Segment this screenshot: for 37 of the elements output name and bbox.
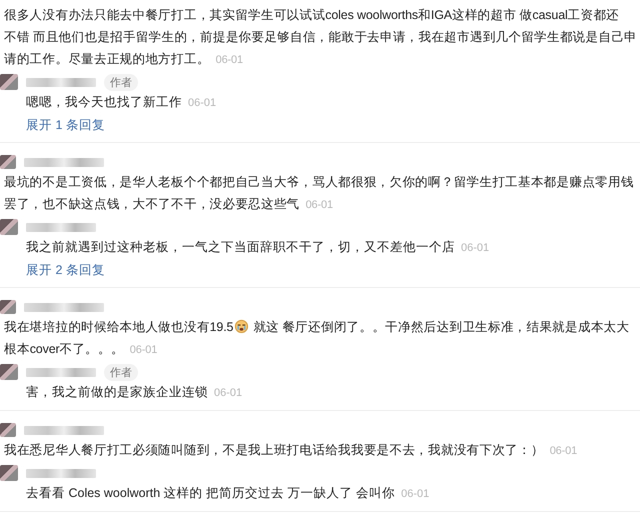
crying-face-icon — [234, 318, 250, 333]
avatar-icon[interactable] — [0, 465, 18, 481]
expand-replies-link[interactable]: 展开 2 条回复 — [26, 259, 105, 281]
reply-date: 06-01 — [461, 242, 490, 254]
blurred-username — [26, 368, 96, 376]
avatar-icon[interactable] — [0, 364, 18, 380]
comment-text: 罢了，也不缺这点钱，大不了不干，没必要忍这些气 — [4, 197, 300, 211]
comment-date: 06-01 — [306, 199, 333, 211]
avatar-icon[interactable] — [0, 300, 16, 314]
comment-date: 06-01 — [130, 344, 158, 356]
comment-text: 我在悉尼华人餐厅打工必须随叫随到，不是我上班打电话给我我要是不去，我就没有下次了：） — [4, 443, 544, 457]
reply-text: 去看看 Coles woolworth 这样的 把简历交过去 万一缺人了 会叫你 — [26, 486, 396, 500]
reply-text: 嗯嗯，我今天也找了新工作 — [26, 95, 182, 109]
expand-replies-link[interactable]: 展开 1 条回复 — [26, 114, 105, 136]
blurred-username — [26, 78, 96, 86]
blurred-username — [26, 468, 96, 478]
reply-date: 06-01 — [188, 97, 216, 109]
comment-text: 很多人没有办法只能去中餐厅打工，其实留学生可以试试coles woolworths和IGA这样的超市 做casual工资都还 — [4, 8, 620, 22]
avatar-icon[interactable] — [0, 155, 16, 169]
reply-date: 06-01 — [214, 387, 242, 399]
comment-text: 最坑的不是工资低，是华人老板个个都把自己当大爷，骂人都很狠，欠你的啊？留学生打工基本都是赚点零用钱 — [4, 175, 634, 189]
reply-text: 我之前就遇到过这种老板，一气之下当面辞职不干了，切，又不差他一个店 — [26, 240, 455, 254]
comment-text: 就这 餐厅还倒闭了。。干净然后达到卫生标准，结果就是成本太大 — [253, 320, 630, 334]
comment-text: 不错 而且他们也是招手留学生的，前提是你要足够自信，能敢于去申请，我在超市遇到几个留学生都说是自己申 — [4, 30, 637, 44]
comment-date: 06-01 — [550, 445, 578, 457]
comment-text: 我在堪培拉的时候给本地人做也没有19.5 — [4, 320, 234, 334]
reply-text: 害，我之前做的是家族企业连锁 — [26, 385, 208, 399]
comment-text: 根本cover不了。。。 — [4, 342, 124, 356]
blurred-username — [26, 222, 96, 232]
author-badge: 作者 — [104, 364, 138, 380]
reply-date: 06-01 — [401, 488, 430, 500]
avatar-icon[interactable] — [0, 74, 18, 90]
avatar-icon[interactable] — [0, 423, 16, 437]
author-badge: 作者 — [104, 74, 138, 90]
avatar-icon[interactable] — [0, 219, 18, 235]
comment-text: 请的工作。尽量去正规的地方打工。 — [4, 52, 210, 66]
comment-date: 06-01 — [216, 54, 243, 66]
